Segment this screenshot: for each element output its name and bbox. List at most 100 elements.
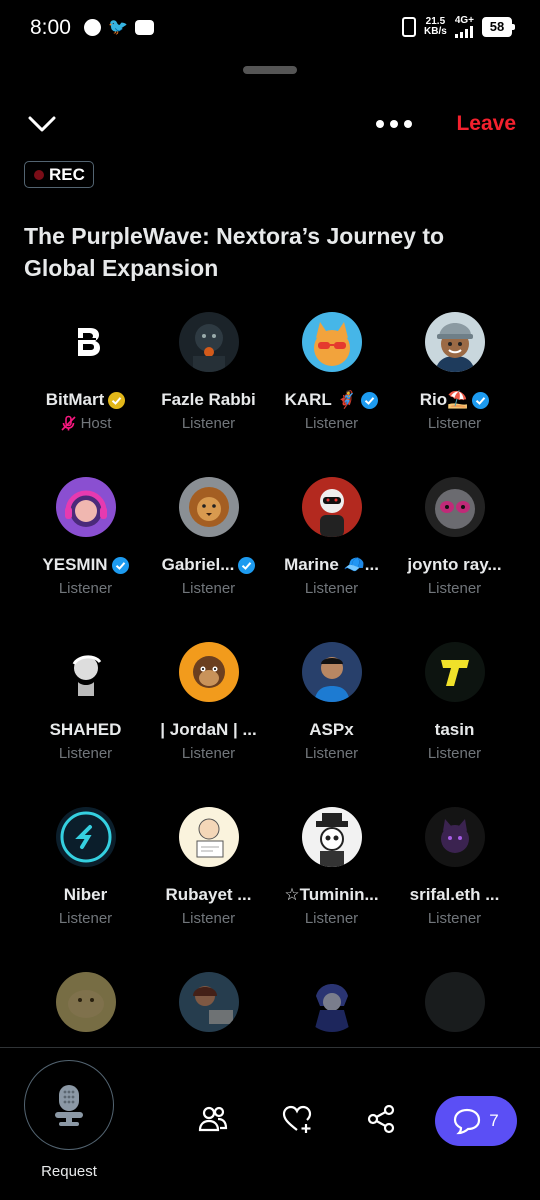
avatar[interactable] (178, 312, 239, 372)
avatar[interactable] (424, 477, 485, 537)
avatar[interactable] (301, 972, 362, 1032)
participant-name-row: Rubayet ... (147, 884, 270, 906)
chevron-down-icon (28, 116, 56, 132)
participant-name: tasin (434, 720, 475, 739)
mic-muted-icon (60, 415, 77, 432)
network-type: 4G+ (454, 15, 474, 26)
more-dot-icon (376, 120, 384, 128)
participant-role-row: Listener (270, 578, 393, 598)
avatar[interactable] (301, 807, 362, 867)
participant-card[interactable]: Gabriel... Listener (147, 477, 270, 598)
participant-name: ☆Tuminin... (284, 885, 379, 904)
net-speed: 21.5 KB/s (424, 17, 447, 37)
avatar[interactable] (55, 972, 116, 1032)
avatar[interactable] (55, 807, 116, 867)
participant-name-row: Niber (24, 884, 147, 906)
participant-card[interactable]: Marine 🧢... Listener (270, 477, 393, 598)
sheet-grabber[interactable] (243, 66, 297, 74)
avatar[interactable] (424, 972, 485, 1032)
participant-role-row: Listener (270, 413, 393, 433)
participant-card[interactable] (147, 972, 270, 1032)
avatar[interactable] (424, 642, 485, 702)
participant-role-row: Listener (147, 578, 270, 598)
avatar[interactable] (301, 642, 362, 702)
space-title: The PurpleWave: Nextora’s Journey to Glo… (24, 223, 445, 281)
verified-badge-icon (472, 391, 490, 409)
participant-card[interactable]: Niber Listener (24, 807, 147, 928)
share-button[interactable] (366, 1104, 396, 1134)
participant-card[interactable]: Fazle Rabbi Listener (147, 312, 270, 433)
avatar[interactable] (178, 642, 239, 702)
participant-name-row: Marine 🧢... (270, 554, 393, 576)
participant-card[interactable] (24, 972, 147, 1032)
participant-name-row: joynto ray... (393, 554, 516, 576)
heart-plus-icon (282, 1105, 312, 1133)
avatar[interactable] (55, 312, 116, 372)
rec-label: REC (49, 164, 85, 184)
avatar[interactable] (178, 972, 239, 1032)
participant-role: Listener (427, 414, 482, 432)
participant-card[interactable]: joynto ray... Listener (393, 477, 516, 598)
participants-button[interactable] (198, 1104, 228, 1134)
participant-card[interactable]: KARL 🦸 Listener (270, 312, 393, 433)
avatar[interactable] (178, 477, 239, 537)
recording-badge: REC (24, 161, 94, 188)
participant-name: Niber (63, 885, 108, 904)
participant-role: Listener (181, 579, 236, 597)
participant-card[interactable]: Rio⛱️ Listener (393, 312, 516, 433)
more-dot-icon (404, 120, 412, 128)
participant-card[interactable] (270, 972, 393, 1032)
participant-role-row: Listener (393, 743, 516, 763)
react-button[interactable] (282, 1104, 312, 1134)
participant-role: Listener (304, 744, 359, 762)
participant-role: Listener (181, 414, 236, 432)
participant-name-row: KARL 🦸 (270, 389, 393, 411)
people-icon (198, 1106, 228, 1132)
avatar[interactable] (178, 807, 239, 867)
participant-card[interactable]: srifal.eth ... Listener (393, 807, 516, 928)
avatar[interactable] (55, 477, 116, 537)
verified-badge-icon (238, 556, 256, 574)
participant-name: | JordaN | ... (160, 720, 257, 739)
participant-name: Marine 🧢... (284, 555, 379, 574)
vibrate-icon (402, 17, 417, 37)
participant-role: Listener (58, 744, 113, 762)
participant-card[interactable]: | JordaN | ... Listener (147, 642, 270, 763)
participant-card[interactable]: BitMart Host (24, 312, 147, 433)
participant-card[interactable] (393, 972, 516, 1032)
leave-button[interactable]: Leave (456, 112, 516, 136)
participant-card[interactable]: ASPx Listener (270, 642, 393, 763)
verified-badge-icon (361, 391, 379, 409)
status-time: 8:00 (30, 16, 71, 39)
participant-role-row: Listener (147, 908, 270, 928)
participant-role-row: Listener (393, 578, 516, 598)
participant-card[interactable]: SHAHED Listener (24, 642, 147, 763)
participant-name: ASPx (309, 720, 354, 739)
avatar[interactable] (424, 807, 485, 867)
participant-card[interactable]: YESMIN Listener (24, 477, 147, 598)
comments-button[interactable]: 7 (435, 1096, 517, 1146)
avatar[interactable] (424, 312, 485, 372)
participant-name: Gabriel... (161, 555, 235, 574)
participant-role-row: Listener (393, 413, 516, 433)
participant-name: BitMart (45, 390, 105, 409)
status-indicators: 21.5 KB/s 4G+ 58 (402, 15, 515, 38)
participant-role: Listener (181, 909, 236, 927)
participant-card[interactable]: ☆Tuminin... Listener (270, 807, 393, 928)
verified-badge-icon (111, 556, 129, 574)
more-options-button[interactable] (376, 112, 414, 136)
notification-icons: 🐦 (84, 19, 154, 36)
participant-role-row: Listener (147, 413, 270, 433)
participant-card[interactable]: Rubayet ... Listener (147, 807, 270, 928)
participant-name-row: SHAHED (24, 719, 147, 741)
status-bar: 8:00 🐦 21.5 KB/s 4G+ 58 (0, 0, 540, 60)
collapse-button[interactable] (26, 110, 58, 138)
avatar[interactable] (301, 312, 362, 372)
avatar[interactable] (55, 642, 116, 702)
participant-role-row: Host (24, 413, 147, 433)
request-mic-button[interactable] (24, 1060, 114, 1150)
avatar[interactable] (301, 477, 362, 537)
participant-name-row: BitMart (24, 389, 147, 411)
participant-card[interactable]: tasin Listener (393, 642, 516, 763)
participant-role-row: Listener (147, 743, 270, 763)
